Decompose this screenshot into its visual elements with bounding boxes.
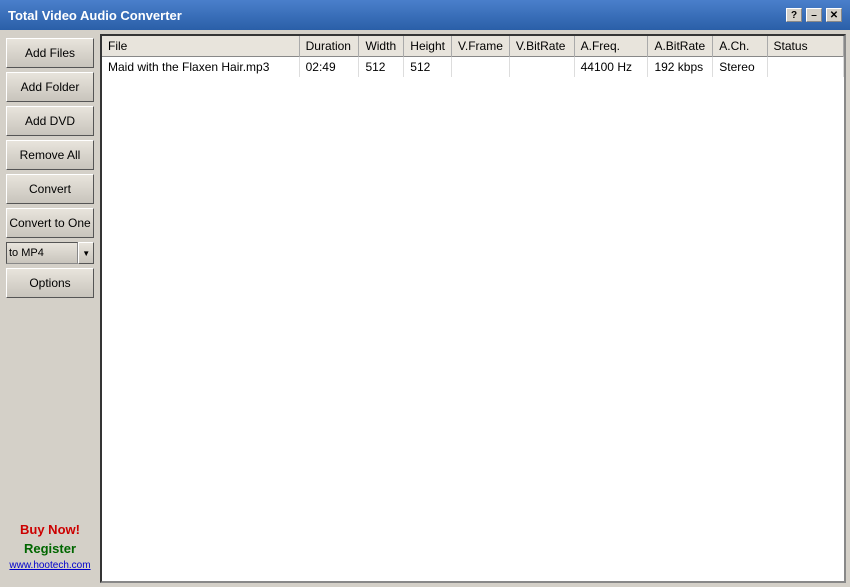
options-button[interactable]: Options (6, 268, 94, 298)
sidebar-bottom: Buy Now! Register www.hootech.com (6, 522, 94, 579)
register-link[interactable]: Register (24, 541, 76, 556)
col-header-afreq: A.Freq. (574, 36, 648, 57)
add-folder-button[interactable]: Add Folder (6, 72, 94, 102)
col-header-file: File (102, 36, 299, 57)
col-header-vbitrate: V.BitRate (509, 36, 574, 57)
col-header-ach: A.Ch. (713, 36, 767, 57)
table-row[interactable]: Maid with the Flaxen Hair.mp302:49512512… (102, 57, 844, 78)
convert-button[interactable]: Convert (6, 174, 94, 204)
main-container: Add Files Add Folder Add DVD Remove All … (0, 30, 850, 587)
help-button[interactable]: ? (786, 8, 802, 22)
title-bar: Total Video Audio Converter ? – ✕ (0, 0, 850, 30)
cell-ach-0: Stereo (713, 57, 767, 78)
col-header-width: Width (359, 36, 404, 57)
col-header-vframe: V.Frame (451, 36, 509, 57)
format-dropdown-arrow[interactable]: ▼ (78, 242, 94, 264)
cell-height-0: 512 (404, 57, 452, 78)
convert-to-one-button[interactable]: Convert to One (6, 208, 94, 238)
cell-vframe-0 (451, 57, 509, 78)
format-selector-container: to MP4 ▼ (6, 242, 94, 264)
buy-now-link[interactable]: Buy Now! (20, 522, 80, 537)
table-header-row: File Duration Width Height V.Frame V.Bit… (102, 36, 844, 57)
add-files-button[interactable]: Add Files (6, 38, 94, 68)
file-table: File Duration Width Height V.Frame V.Bit… (102, 36, 844, 77)
sidebar: Add Files Add Folder Add DVD Remove All … (0, 30, 100, 587)
app-title: Total Video Audio Converter (8, 8, 786, 23)
remove-all-button[interactable]: Remove All (6, 140, 94, 170)
col-header-status: Status (767, 36, 843, 57)
cell-afreq-0: 44100 Hz (574, 57, 648, 78)
cell-abitrate-0: 192 kbps (648, 57, 713, 78)
cell-status-0 (767, 57, 843, 78)
col-header-duration: Duration (299, 36, 359, 57)
cell-vbitrate-0 (509, 57, 574, 78)
file-list-area: File Duration Width Height V.Frame V.Bit… (100, 34, 846, 583)
window-controls: ? – ✕ (786, 8, 842, 22)
website-link[interactable]: www.hootech.com (9, 560, 90, 571)
cell-file-0: Maid with the Flaxen Hair.mp3 (102, 57, 299, 78)
add-dvd-button[interactable]: Add DVD (6, 106, 94, 136)
col-header-height: Height (404, 36, 452, 57)
cell-duration-0: 02:49 (299, 57, 359, 78)
cell-width-0: 512 (359, 57, 404, 78)
minimize-button[interactable]: – (806, 8, 822, 22)
col-header-abitrate: A.BitRate (648, 36, 713, 57)
format-select[interactable]: to MP4 (6, 242, 78, 264)
close-button[interactable]: ✕ (826, 8, 842, 22)
